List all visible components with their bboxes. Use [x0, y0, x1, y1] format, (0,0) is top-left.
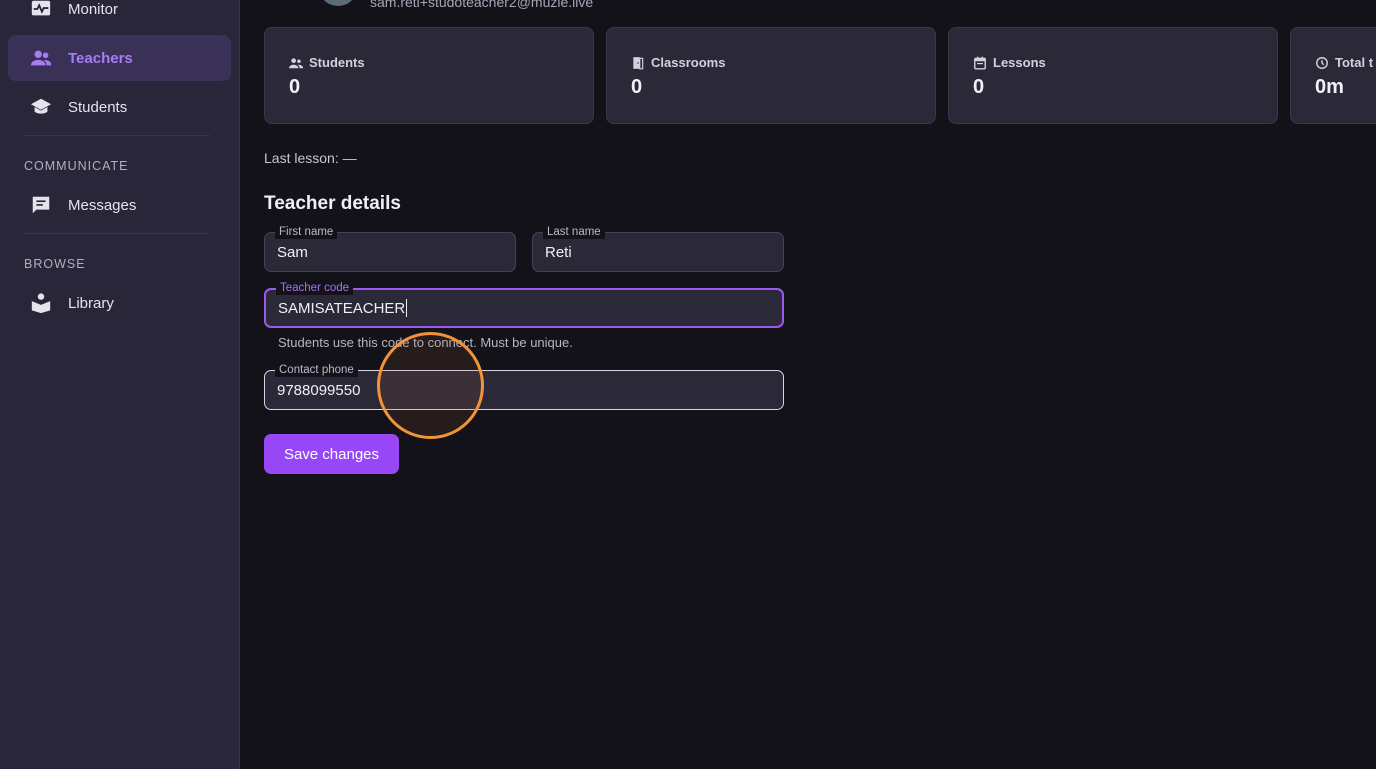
last-lesson-text: Last lesson: —: [264, 150, 357, 166]
teacher-code-value: SAMISATEACHER: [278, 299, 406, 317]
last-name-field[interactable]: Last name Reti: [532, 225, 784, 272]
stat-value: 0m: [1315, 76, 1344, 98]
sidebar-divider: [24, 233, 210, 234]
sidebar-item-label: Students: [68, 98, 128, 116]
click-indicator: [377, 332, 484, 439]
sidebar: Monitor Teachers Students COMMUNICATE Me…: [0, 0, 240, 769]
sidebar-divider: [24, 135, 210, 136]
stat-card-lessons: Lessons 0: [948, 27, 1278, 124]
teacher-code-field[interactable]: Teacher code SAMISATEACHER: [264, 281, 784, 328]
text-caret: [406, 299, 408, 317]
stat-card-total-time: Total t 0m: [1290, 27, 1376, 124]
stat-label: Students: [309, 55, 365, 70]
stat-value: 0: [973, 76, 985, 98]
teacher-email: sam.reti+studoteacher2@muzie.live: [370, 0, 594, 10]
section-label-communicate: COMMUNICATE: [24, 159, 129, 173]
sidebar-item-label: Messages: [68, 196, 137, 214]
sidebar-item-teachers[interactable]: Teachers: [8, 35, 231, 81]
door-icon: [633, 56, 644, 69]
save-changes-button[interactable]: Save changes: [264, 434, 399, 474]
section-label-browse: BROWSE: [24, 257, 86, 271]
people-icon: [289, 57, 303, 68]
teachers-icon: [28, 46, 56, 70]
students-icon: [28, 95, 56, 119]
sidebar-item-label: Library: [68, 294, 114, 312]
main-content: sam.reti+studoteacher2@muzie.live Studen…: [240, 0, 1376, 769]
sidebar-item-label: Teachers: [68, 49, 133, 67]
first-name-input[interactable]: Sam: [277, 233, 505, 271]
stat-value: 0: [289, 76, 301, 98]
sidebar-item-students[interactable]: Students: [8, 84, 231, 130]
monitor-icon: [28, 0, 56, 21]
sidebar-item-library[interactable]: Library: [8, 280, 231, 326]
contact-phone-input[interactable]: 9788099550: [277, 371, 773, 409]
sidebar-item-monitor[interactable]: Monitor: [8, 0, 231, 32]
stat-label: Lessons: [993, 55, 1046, 70]
contact-phone-field[interactable]: Contact phone 9788099550: [264, 363, 784, 410]
calendar-icon: [974, 56, 986, 70]
stat-card-students: Students 0: [264, 27, 594, 124]
page-section-title: Teacher details: [264, 193, 401, 214]
last-name-input[interactable]: Reti: [545, 233, 773, 271]
stat-label: Classrooms: [651, 55, 726, 70]
stat-label: Total t: [1335, 55, 1374, 70]
avatar: [320, 0, 356, 6]
stat-value: 0: [631, 76, 643, 98]
sidebar-item-messages[interactable]: Messages: [8, 182, 231, 228]
sidebar-item-label: Monitor: [68, 0, 119, 18]
messages-icon: [28, 193, 56, 217]
teacher-code-input[interactable]: SAMISATEACHER: [278, 290, 772, 326]
first-name-field[interactable]: First name Sam: [264, 225, 516, 272]
library-icon: [28, 291, 56, 315]
clock-icon: [1316, 56, 1328, 69]
stat-card-classrooms: Classrooms 0: [606, 27, 936, 124]
